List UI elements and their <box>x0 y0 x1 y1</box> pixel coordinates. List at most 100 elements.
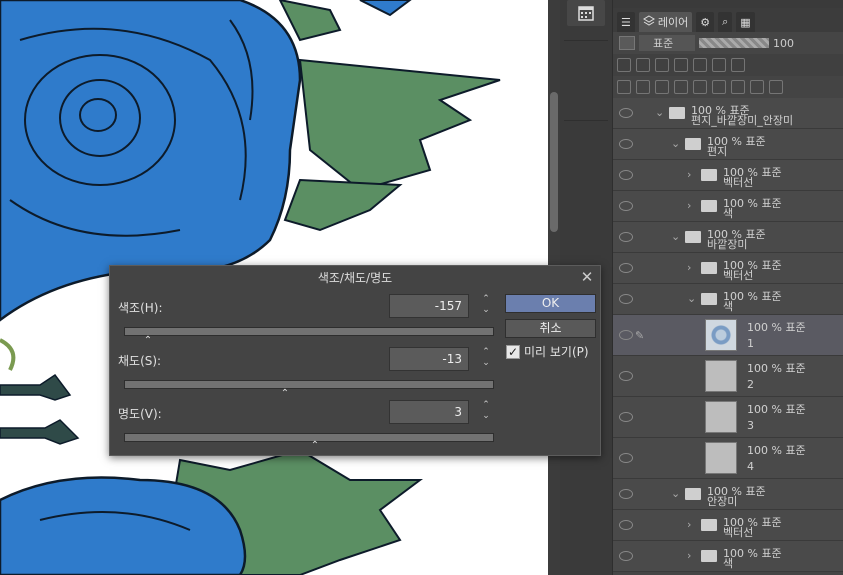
expand-chevron-icon[interactable]: › <box>687 261 691 274</box>
visibility-eye-icon[interactable] <box>619 108 633 118</box>
new-raster-layer-icon[interactable] <box>617 80 631 94</box>
layer-folder-row[interactable]: › 100 % 표준 색 <box>613 541 843 572</box>
close-icon[interactable]: ✕ <box>578 268 596 286</box>
expand-chevron-icon[interactable]: ⌄ <box>687 292 696 305</box>
layer-color-swatch[interactable] <box>619 36 635 50</box>
visibility-eye-icon[interactable] <box>619 412 633 422</box>
visibility-eye-icon[interactable] <box>619 201 633 211</box>
layer-toolbar-1 <box>613 54 843 76</box>
preview-label: 미리 보기(P) <box>524 345 589 359</box>
layer-panel: ☰ 레이어 ⚙ ⌕ ▦ 표준 100 ⌄ 100 % 표준 편지_바깥장미_안장… <box>612 0 843 575</box>
folder-icon <box>701 519 717 531</box>
visibility-eye-icon[interactable] <box>619 294 633 304</box>
copy-icon[interactable] <box>693 80 707 94</box>
value-slider-knob[interactable]: ⌃ <box>310 440 320 451</box>
layer-folder-row[interactable]: › 100 % 표준 벡터선 <box>613 160 843 191</box>
expand-chevron-icon[interactable]: ⌄ <box>671 487 680 500</box>
layer-row[interactable]: 100 % 표준 3 <box>613 397 843 438</box>
blend-mode-select[interactable]: 표준 <box>639 35 695 51</box>
layer-row[interactable]: 100 % 표준 4 <box>613 438 843 479</box>
layer-folder-row[interactable]: ⌄ 100 % 표준 색 <box>613 284 843 315</box>
tab-layer-label: 레이어 <box>657 16 689 29</box>
opacity-slider[interactable] <box>699 38 769 48</box>
layer-folder-row[interactable]: ⌄ 100 % 표준 편지 <box>613 129 843 160</box>
tab-layer-property[interactable]: ⚙ <box>696 12 715 32</box>
layer-name: 벡터선 <box>723 269 754 282</box>
tab-layer[interactable]: 레이어 <box>638 12 693 32</box>
layers-icon <box>642 14 658 30</box>
expand-chevron-icon[interactable]: ⌄ <box>671 137 680 150</box>
visibility-eye-icon[interactable] <box>619 263 633 273</box>
ok-button[interactable]: OK <box>505 294 596 313</box>
saturation-input[interactable]: -13 <box>389 347 469 371</box>
hue-label: 색조(H): <box>118 301 163 315</box>
folder-icon <box>701 262 717 274</box>
folder-icon <box>669 107 685 119</box>
hue-input[interactable]: -157 <box>389 294 469 318</box>
visibility-eye-icon[interactable] <box>619 170 633 180</box>
visibility-eye-icon[interactable] <box>619 371 633 381</box>
folder-icon <box>685 488 701 500</box>
edit-pencil-icon: ✎ <box>635 329 645 342</box>
clip-icon[interactable] <box>617 58 631 72</box>
tab-material[interactable]: ▦ <box>736 12 755 32</box>
visibility-eye-icon[interactable] <box>619 520 633 530</box>
visibility-eye-icon[interactable] <box>619 453 633 463</box>
layer-list: ⌄ 100 % 표준 편지_바깥장미_안장미 ⌄ 100 % 표준 편지 › 100 % 표준… <box>613 98 843 572</box>
mask-icon[interactable] <box>693 58 707 72</box>
layer-name: 바깥장미 <box>707 238 748 251</box>
lock-transparency-icon[interactable] <box>674 58 688 72</box>
opacity-value[interactable]: 100 <box>773 37 794 50</box>
menu-icon[interactable]: ☰ <box>617 12 635 32</box>
lock-icon[interactable] <box>655 58 669 72</box>
preview-toggle[interactable]: ✓ 미리 보기(P) <box>506 343 589 360</box>
layer-folder-row[interactable]: › 100 % 표준 벡터선 <box>613 510 843 541</box>
hue-slider-knob[interactable]: ⌃ <box>143 335 153 346</box>
layer-thumbnail <box>705 319 737 351</box>
folder-icon <box>701 293 717 305</box>
layer-row[interactable]: ✎ 100 % 표준 1 <box>613 315 843 356</box>
layer-folder-row[interactable]: ⌄ 100 % 표준 편지_바깥장미_안장미 <box>613 98 843 129</box>
mask-add-icon[interactable] <box>750 80 764 94</box>
expand-chevron-icon[interactable]: › <box>687 549 691 562</box>
tab-search[interactable]: ⌕ <box>718 12 733 32</box>
layer-row[interactable]: 100 % 표준 2 <box>613 356 843 397</box>
ruler-icon[interactable] <box>712 58 726 72</box>
layer-folder-row[interactable]: › 100 % 표준 벡터선 <box>613 253 843 284</box>
value-spinner[interactable]: ⌃ ⌄ <box>479 400 493 424</box>
saturation-spinner[interactable]: ⌃ ⌄ <box>479 347 493 371</box>
hue-slider[interactable] <box>124 327 494 336</box>
hue-spinner[interactable]: ⌃ ⌄ <box>479 294 493 318</box>
reference-icon[interactable] <box>636 58 650 72</box>
layer-folder-row[interactable]: ⌄ 100 % 표준 바깥장미 <box>613 222 843 253</box>
merge-icon[interactable] <box>674 80 688 94</box>
hue-saturation-value-dialog: 색조/채도/명도 ✕ 색조(H): -157 ⌃ ⌄ ⌃ 채도(S): -13 ⌃… <box>109 265 601 456</box>
new-folder-icon[interactable] <box>655 80 669 94</box>
saturation-slider-knob[interactable]: ⌃ <box>280 388 290 399</box>
delete-icon[interactable] <box>731 80 745 94</box>
visibility-eye-icon[interactable] <box>619 551 633 561</box>
scrollbar-thumb[interactable] <box>550 92 558 232</box>
visibility-eye-icon[interactable] <box>619 232 633 242</box>
expand-chevron-icon[interactable]: › <box>687 518 691 531</box>
visibility-eye-icon[interactable] <box>619 139 633 149</box>
layer-name: 벡터선 <box>723 176 754 189</box>
saturation-slider[interactable] <box>124 380 494 389</box>
value-input[interactable]: 3 <box>389 400 469 424</box>
duplicate-icon[interactable] <box>712 80 726 94</box>
expand-chevron-icon[interactable]: ⌄ <box>655 106 664 119</box>
trash-icon[interactable] <box>769 80 783 94</box>
visibility-eye-icon[interactable] <box>619 330 633 340</box>
new-vector-layer-icon[interactable] <box>636 80 650 94</box>
preview-checkbox[interactable]: ✓ <box>506 344 520 359</box>
layer-folder-row[interactable]: ⌄ 100 % 표준 안장미 <box>613 479 843 510</box>
expand-chevron-icon[interactable]: › <box>687 199 691 212</box>
value-slider[interactable] <box>124 433 494 442</box>
expand-chevron-icon[interactable]: › <box>687 168 691 181</box>
layer-folder-row[interactable]: › 100 % 표준 색 <box>613 191 843 222</box>
cancel-button[interactable]: 취소 <box>505 319 596 338</box>
expand-chevron-icon[interactable]: ⌄ <box>671 230 680 243</box>
palette-icon[interactable] <box>731 58 745 72</box>
visibility-eye-icon[interactable] <box>619 489 633 499</box>
calendar-icon[interactable] <box>567 0 605 26</box>
